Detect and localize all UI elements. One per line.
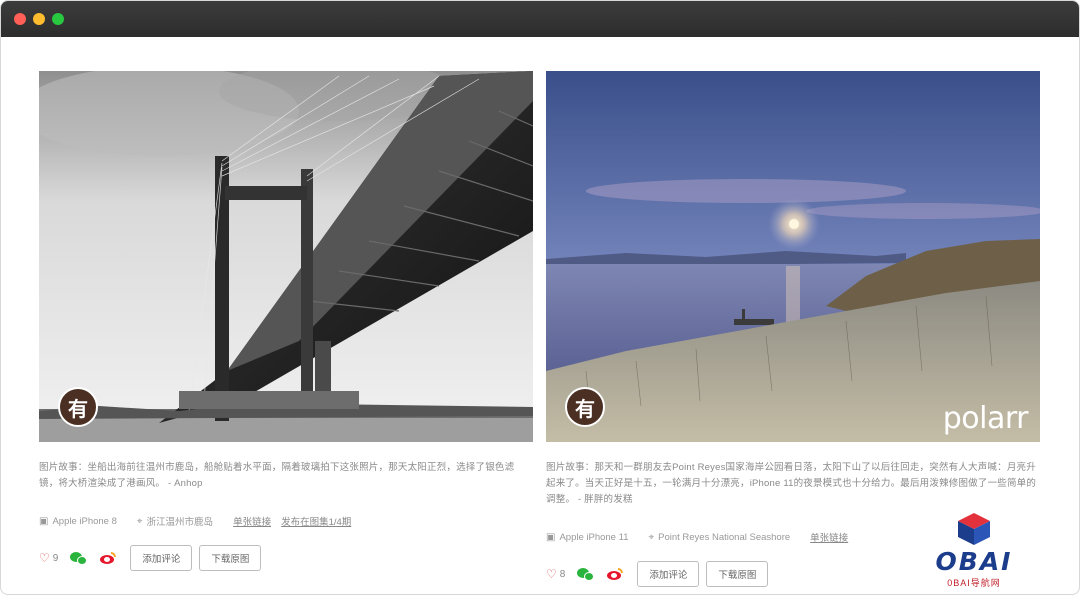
download-original-button[interactable]: 下载原图 [706,561,769,587]
photo-point-reyes[interactable]: 有 polarr [546,71,1040,442]
author-avatar[interactable]: 有 [565,387,605,427]
window-titlebar [1,1,1079,37]
seashore-photo-image [546,71,1040,442]
photo-card-point-reyes: 有 polarr 图片故事：那天和一群朋友去Point Reyes国家海岸公园看… [546,71,1040,587]
camera-icon: ▣ [39,515,49,527]
device-info: ▣ Apple iPhone 8 [39,516,117,527]
logo-brand-text: OBAI [935,547,1013,576]
cube-logo-icon [958,513,990,545]
location-pin-icon: ⌖ [648,531,655,543]
photo-meta: ▣ Apple iPhone 8 ⌖ 浙江温州市鹿岛 单张链接 发布在图集1/4… [39,514,533,529]
location-label: 浙江温州市鹿岛 [146,517,214,528]
photo-story-text: 图片故事：那天和一群朋友去Point Reyes国家海岸公园看日落，太阳下山了以… [546,462,1037,505]
logo-subtitle: 0BAI导航网 [947,578,1001,588]
gallery-link[interactable]: 发布在图集1/4期 [281,514,351,528]
close-window-button[interactable] [14,13,26,25]
location-pin-icon: ⌖ [136,515,143,527]
wechat-icon[interactable] [577,567,595,581]
add-comment-button[interactable]: 添加评论 [637,561,700,587]
maximize-window-button[interactable] [52,13,64,25]
obai-logo: OBAI 0BAI导航网 [927,511,1021,591]
location-info: ⌖ 浙江温州市鹿岛 [136,514,214,529]
author-avatar[interactable]: 有 [58,387,98,427]
device-label: Apple iPhone 11 [559,531,629,543]
like-button[interactable]: ♡ 8 [546,567,565,581]
heart-icon: ♡ [39,551,50,565]
photo-actions: ♡ 9 添加评论 下载原图 [39,545,533,571]
add-comment-button[interactable]: 添加评论 [130,545,193,571]
camera-icon: ▣ [546,531,556,543]
location-label: Point Reyes National Seashore [658,531,791,543]
single-link[interactable]: 单张链接 [810,530,848,544]
like-button[interactable]: ♡ 9 [39,551,58,565]
photo-bridge[interactable]: 有 [39,71,533,442]
photo-story-text: 图片故事：坐船出海前往温州市鹿岛，船舱贴着水平面，隔着玻璃拍下这张照片，那天太阳… [39,462,515,489]
bridge-photo-image [39,71,533,442]
minimize-window-button[interactable] [33,13,45,25]
single-link[interactable]: 单张链接 [233,514,271,528]
device-label: Apple iPhone 8 [52,515,117,527]
device-info: ▣ Apple iPhone 11 [546,532,628,543]
polarr-watermark: polarr [942,401,1029,436]
weibo-icon[interactable] [607,568,624,580]
photo-card-bridge: 有 图片故事：坐船出海前往温州市鹿岛，船舱贴着水平面，隔着玻璃拍下这张照片，那天… [39,71,533,571]
browser-window: 有 图片故事：坐船出海前往温州市鹿岛，船舱贴着水平面，隔着玻璃拍下这张照片，那天… [0,0,1080,595]
heart-icon: ♡ [546,567,557,581]
weibo-icon[interactable] [100,552,117,564]
location-info: ⌖ Point Reyes National Seashore [648,532,790,543]
like-count: 9 [52,552,59,564]
wechat-icon[interactable] [70,551,88,565]
download-original-button[interactable]: 下载原图 [199,545,262,571]
like-count: 8 [559,568,566,580]
